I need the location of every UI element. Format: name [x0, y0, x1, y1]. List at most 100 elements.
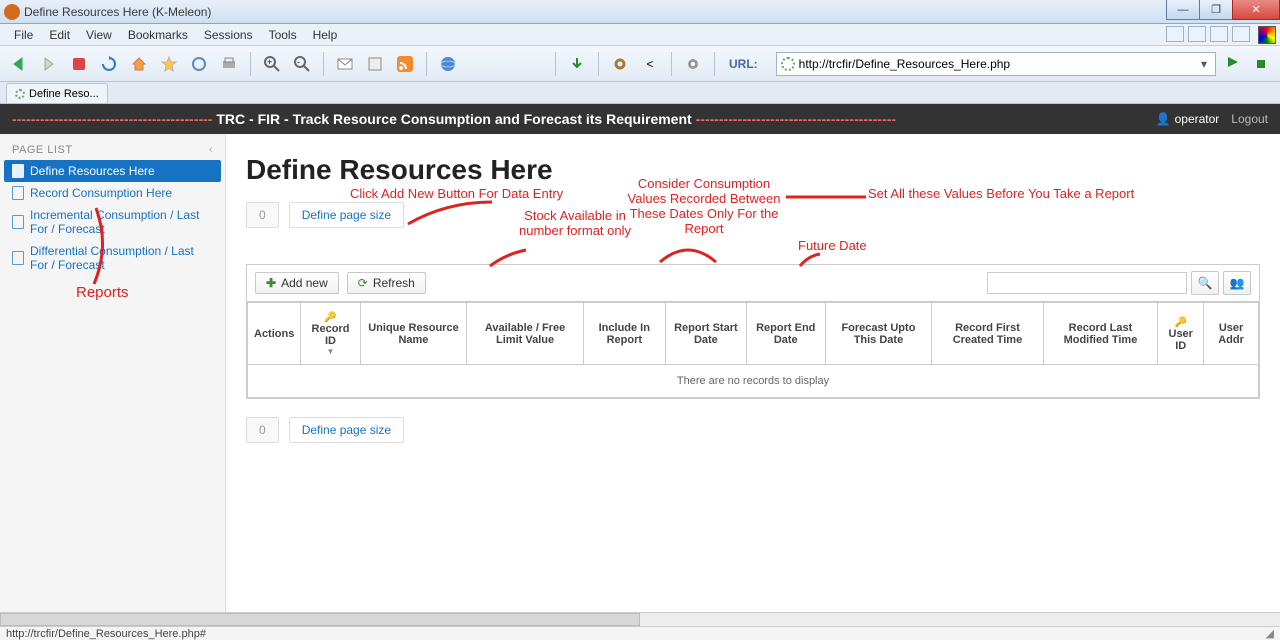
prev-button[interactable]: <	[637, 51, 663, 77]
annotation-line	[786, 192, 866, 202]
col-start-date[interactable]: Report Start Date	[665, 303, 746, 365]
col-include[interactable]: Include In Report	[583, 303, 665, 365]
reload-button[interactable]	[96, 51, 122, 77]
print-button[interactable]	[216, 51, 242, 77]
tray-icon[interactable]	[1166, 26, 1184, 42]
horizontal-scrollbar[interactable]	[0, 612, 1280, 626]
status-bar: http://trcfir/Define_Resources_Here.php#…	[0, 626, 1280, 640]
tray-icon[interactable]	[1210, 26, 1228, 42]
page-icon	[12, 251, 24, 265]
menu-tools[interactable]: Tools	[261, 26, 305, 44]
home-button[interactable]	[126, 51, 152, 77]
menu-bookmarks[interactable]: Bookmarks	[120, 26, 196, 44]
settings-gear-button[interactable]	[680, 51, 706, 77]
logout-link[interactable]: Logout	[1231, 112, 1268, 126]
refresh-button[interactable]: ⟳ Refresh	[347, 272, 426, 294]
go-button[interactable]	[1226, 55, 1244, 73]
sort-icon: ▼	[307, 347, 353, 356]
sidebar-item-record-consumption[interactable]: Record Consumption Here	[4, 182, 221, 204]
col-user-addr[interactable]: User Addr	[1204, 303, 1259, 365]
define-page-size-button-bottom[interactable]: Define page size	[289, 417, 404, 443]
zoom-out-button[interactable]: -	[289, 51, 315, 77]
empty-message: There are no records to display	[248, 365, 1259, 398]
menu-file[interactable]: File	[6, 26, 41, 44]
user-icon: 👤	[1156, 112, 1171, 126]
banner-dashes-right: ----------------------------------------…	[696, 111, 896, 127]
tray-icon[interactable]	[1188, 26, 1206, 42]
favorites-button[interactable]	[156, 51, 182, 77]
menu-edit[interactable]: Edit	[41, 26, 78, 44]
svg-text:-: -	[297, 57, 300, 67]
search-button[interactable]: 🔍	[1191, 271, 1219, 295]
sidebar-item-define-resources[interactable]: Define Resources Here	[4, 160, 221, 182]
sidebar-item-label: Define Resources Here	[30, 164, 155, 178]
url-dropdown-icon[interactable]: ▾	[1197, 57, 1211, 71]
sidebar-heading: PAGE LIST	[12, 144, 73, 156]
window-title: Define Resources Here (K-Meleon)	[24, 5, 211, 19]
add-new-button[interactable]: ✚ Add new	[255, 272, 339, 294]
menu-view[interactable]: View	[78, 26, 120, 44]
sidebar-item-incremental[interactable]: Incremental Consumption / Last For / For…	[4, 204, 221, 240]
search-input[interactable]	[987, 272, 1187, 294]
download-button[interactable]	[564, 51, 590, 77]
rainbow-icon[interactable]	[1258, 26, 1276, 44]
data-table: Actions 🔑Record ID▼ Unique Resource Name…	[247, 302, 1259, 398]
browser-toolbar: + - < URL: ▾	[0, 46, 1280, 82]
sidebar: PAGE LIST ‹ Define Resources Here Record…	[0, 134, 226, 612]
annotation-reports: Reports	[76, 284, 129, 301]
menu-help[interactable]: Help	[305, 26, 346, 44]
col-forecast[interactable]: Forecast Upto This Date	[825, 303, 932, 365]
col-actions[interactable]: Actions	[248, 303, 301, 365]
feed-button[interactable]	[392, 51, 418, 77]
current-user[interactable]: 👤 operator	[1156, 112, 1220, 126]
toolbar-extra-button[interactable]	[1248, 51, 1274, 77]
col-available[interactable]: Available / Free Limit Value	[467, 303, 583, 365]
tab-label: Define Reso...	[29, 88, 99, 100]
col-user-id[interactable]: 🔑User ID	[1158, 303, 1204, 365]
scrollbar-thumb[interactable]	[0, 613, 640, 626]
col-record-id[interactable]: 🔑Record ID▼	[301, 303, 360, 365]
col-end-date[interactable]: Report End Date	[746, 303, 825, 365]
window-titlebar: Define Resources Here (K-Meleon) — ❐ ✕	[0, 0, 1280, 24]
mail-button[interactable]	[332, 51, 358, 77]
tab-spinner-icon	[15, 89, 25, 99]
col-resource-name[interactable]: Unique Resource Name	[360, 303, 467, 365]
window-maximize-button[interactable]: ❐	[1199, 0, 1233, 20]
user-name: operator	[1175, 112, 1220, 126]
advanced-search-button[interactable]: 👥	[1223, 271, 1251, 295]
sidebar-collapse-icon[interactable]: ‹	[209, 144, 213, 156]
stop-button[interactable]	[66, 51, 92, 77]
col-modified[interactable]: Record Last Modified Time	[1043, 303, 1158, 365]
gear-button[interactable]	[607, 51, 633, 77]
globe-button[interactable]	[435, 51, 461, 77]
forward-button[interactable]	[36, 51, 62, 77]
refresh-icon: ⟳	[358, 276, 368, 290]
news-button[interactable]	[362, 51, 388, 77]
history-button[interactable]	[186, 51, 212, 77]
resize-grip-icon[interactable]: ◢	[1266, 627, 1274, 640]
record-count: 0	[246, 202, 279, 228]
define-page-size-button[interactable]: Define page size	[289, 202, 404, 228]
data-table-wrapper: ✚ Add new ⟳ Refresh 🔍 👥 Actions	[246, 264, 1260, 399]
window-close-button[interactable]: ✕	[1232, 0, 1280, 20]
sidebar-item-label: Incremental Consumption / Last For / For…	[30, 208, 210, 236]
menubar: File Edit View Bookmarks Sessions Tools …	[0, 24, 1280, 46]
tray-icon[interactable]	[1232, 26, 1250, 42]
zoom-in-button[interactable]: +	[259, 51, 285, 77]
browser-tab[interactable]: Define Reso...	[6, 83, 108, 103]
col-created[interactable]: Record First Created Time	[932, 303, 1043, 365]
menu-sessions[interactable]: Sessions	[196, 26, 261, 44]
annotation-future: Future Date	[798, 238, 867, 253]
sidebar-item-differential[interactable]: Differential Consumption / Last For / Fo…	[4, 240, 221, 276]
back-button[interactable]	[6, 51, 32, 77]
window-minimize-button[interactable]: —	[1166, 0, 1200, 20]
record-count-bottom: 0	[246, 417, 279, 443]
url-bar[interactable]: ▾	[776, 52, 1216, 76]
banner-dashes-left: ----------------------------------------…	[12, 111, 212, 127]
add-new-label: Add new	[281, 276, 328, 290]
url-input[interactable]	[799, 57, 1197, 71]
svg-text:+: +	[267, 57, 272, 67]
page-icon	[12, 215, 24, 229]
page-title: Define Resources Here	[246, 154, 1260, 186]
app-icon	[4, 4, 20, 20]
